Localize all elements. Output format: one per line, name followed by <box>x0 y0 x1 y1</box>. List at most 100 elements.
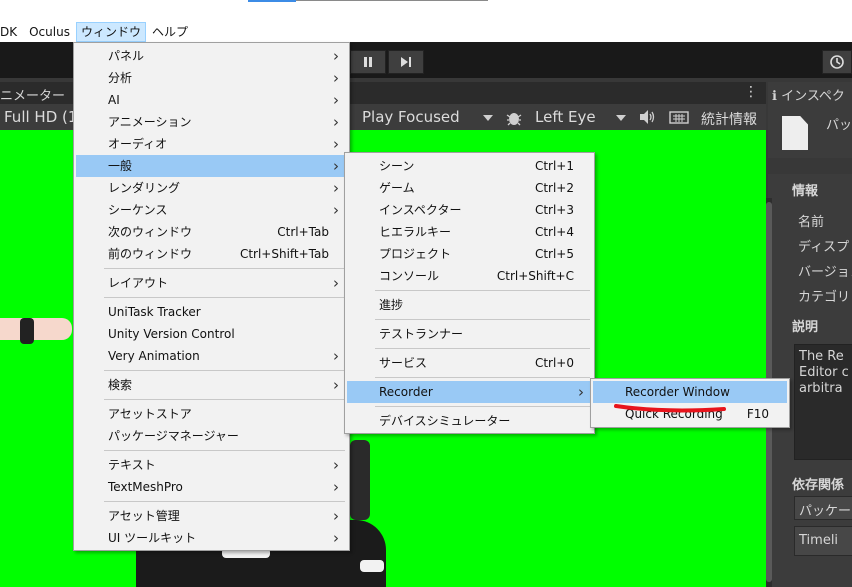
menu-item-menuGeneral-5[interactable]: コンソール Ctrl+Shift+C <box>347 265 592 287</box>
menu-separator <box>104 268 345 269</box>
pause-icon <box>364 57 372 67</box>
menu-item-recorder[interactable]: Recorder › <box>347 381 592 403</box>
menu-window[interactable]: ウィンドウ <box>75 22 146 42</box>
pause-button[interactable] <box>350 50 386 74</box>
menu-item-shortcut: Ctrl+3 <box>534 203 574 217</box>
chevron-right-icon: › <box>333 376 339 394</box>
menu-item-menuWindow-17[interactable]: テキスト › <box>76 454 347 476</box>
menu-item-menuWindow-14[interactable]: 検索 › <box>76 374 347 396</box>
history-icon <box>830 55 844 69</box>
resolution-dropdown[interactable]: Full HD (1 <box>4 108 77 126</box>
menu-item-menuWindow-7[interactable]: シーケンス › <box>76 199 347 221</box>
menu-item-menuWindow-5[interactable]: 一般 › <box>76 155 347 177</box>
menu-item-menuGeneral-8[interactable]: サービス Ctrl+0 <box>347 352 592 374</box>
menu-item-menuWindow-10[interactable]: レイアウト › <box>76 272 347 294</box>
menu-item-label: 進捗 <box>379 298 404 312</box>
menu-item-shortcut: Ctrl+1 <box>534 159 574 173</box>
menu-item-label: レンダリング <box>108 181 181 195</box>
menu-item-shortcut: Ctrl+0 <box>534 356 574 370</box>
menu-dk[interactable]: DK <box>0 22 23 42</box>
dependency-field[interactable]: Timeli <box>794 526 852 556</box>
panel-tab-title[interactable]: ニメーター <box>0 85 65 104</box>
step-button[interactable] <box>388 50 424 74</box>
menu-item-menuWindow-0[interactable]: パネル › <box>76 45 347 67</box>
menu-separator <box>375 406 590 407</box>
menu-separator <box>104 370 345 371</box>
menu-item-menuGeneral-3[interactable]: ヒエラルキー Ctrl+4 <box>347 221 592 243</box>
keyboard-icon[interactable] <box>669 109 689 129</box>
info-row: 名前 <box>798 215 825 230</box>
chevron-right-icon: › <box>333 201 339 219</box>
chevron-down-icon[interactable] <box>483 115 493 121</box>
menu-item-menuGeneral-1[interactable]: ゲーム Ctrl+2 <box>347 177 592 199</box>
menu-item-menuWindow-19[interactable]: アセット管理 › <box>76 505 347 527</box>
menu-item-label: レイアウト <box>108 276 169 290</box>
menu-item-recorder-window[interactable]: Recorder Window <box>593 381 787 403</box>
menu-item-menuWindow-1[interactable]: 分析 › <box>76 67 347 89</box>
history-button[interactable] <box>822 50 852 74</box>
document-icon <box>782 116 808 150</box>
menu-item-menuGeneral-4[interactable]: プロジェクト Ctrl+5 <box>347 243 592 265</box>
chevron-right-icon: › <box>333 529 339 547</box>
menu-item-label: コンソール <box>379 269 440 283</box>
menu-item-label: シーン <box>379 159 415 173</box>
menu-separator <box>104 501 345 502</box>
menu-item-menuWindow-6[interactable]: レンダリング › <box>76 177 347 199</box>
menu-item-unity-version-control[interactable]: Unity Version Control <box>76 323 347 345</box>
menu-item-label: テキスト <box>108 458 156 472</box>
chevron-right-icon: › <box>333 157 339 175</box>
menu-item-label: TextMeshPro <box>108 480 183 494</box>
menu-item-label: Recorder <box>379 385 433 399</box>
menu-item-very-animation[interactable]: Very Animation › <box>76 345 347 367</box>
menu-item-label: シーケンス <box>108 203 168 217</box>
chevron-right-icon: › <box>333 113 339 131</box>
menu-item-menuWindow-4[interactable]: オーディオ › <box>76 133 347 155</box>
menu-item-menuWindow-16[interactable]: パッケージマネージャー <box>76 425 347 447</box>
menu-item-menuWindow-3[interactable]: アニメーション › <box>76 111 347 133</box>
menu-item-menuWindow-8[interactable]: 次のウィンドウ Ctrl+Tab <box>76 221 347 243</box>
menu-item-label: パッケージマネージャー <box>108 429 239 443</box>
menu-item-label: ゲーム <box>379 181 415 195</box>
bug-icon[interactable] <box>505 109 523 131</box>
menu-bar: DK Oculus ウィンドウ ヘルプ <box>0 22 852 42</box>
speaker-icon[interactable] <box>638 109 656 129</box>
menu-item-menuWindow-15[interactable]: アセットストア <box>76 403 347 425</box>
inspector-tab[interactable]: ℹ インスペク <box>768 82 852 106</box>
menu-item-shortcut: F10 <box>746 407 769 421</box>
description-text: The Re Editor c arbitra <box>794 344 852 460</box>
menu-item-menuGeneral-10[interactable]: デバイスシミュレーター <box>347 410 592 432</box>
menu-item-label: アセットストア <box>108 407 192 421</box>
description-line: Editor c <box>799 365 849 380</box>
menu-item-menuGeneral-2[interactable]: インスペクター Ctrl+3 <box>347 199 592 221</box>
dependency-field[interactable]: パッケー <box>794 496 852 520</box>
menu-item-ai[interactable]: AI › <box>76 89 347 111</box>
menu-item-label: 分析 <box>108 71 133 85</box>
menu-item-menuWindow-9[interactable]: 前のウィンドウ Ctrl+Shift+Tab <box>76 243 347 265</box>
menu-oculus[interactable]: Oculus <box>23 22 76 42</box>
menu-item-label: 検索 <box>108 378 133 392</box>
eye-dropdown[interactable]: Left Eye <box>535 108 596 126</box>
menu-item-shortcut: Ctrl+Tab <box>277 225 329 239</box>
package-name: パッケ <box>826 118 852 133</box>
menu-item-label: ヒエラルキー <box>379 225 452 239</box>
top-strip <box>0 0 852 22</box>
menu-item-menuGeneral-0[interactable]: シーン Ctrl+1 <box>347 155 592 177</box>
play-mode-dropdown[interactable]: Play Focused <box>362 108 460 126</box>
info-row: カテゴリ <box>798 290 851 305</box>
menu-separator <box>104 399 345 400</box>
chevron-right-icon: › <box>578 383 584 401</box>
menu-item-label: インスペクター <box>379 203 462 217</box>
menu-item-shortcut: Ctrl+Shift+Tab <box>239 247 329 261</box>
menu-item-textmeshpro[interactable]: TextMeshPro › <box>76 476 347 498</box>
kebab-menu-icon[interactable]: ⋮ <box>744 84 758 100</box>
menu-item-shortcut: Ctrl+2 <box>534 181 574 195</box>
chevron-down-icon[interactable] <box>616 115 626 121</box>
menu-item-menuGeneral-7[interactable]: テストランナー <box>347 323 592 345</box>
menu-item-unitask-tracker[interactable]: UniTask Tracker <box>76 301 347 323</box>
menu-item-ui[interactable]: UI ツールキット › <box>76 527 347 549</box>
description-line: arbitra <box>799 381 843 396</box>
menu-separator <box>375 319 590 320</box>
menu-item-menuGeneral-6[interactable]: 進捗 <box>347 294 592 316</box>
stats-button[interactable]: 統計情報 <box>701 109 757 129</box>
menu-help[interactable]: ヘルプ <box>146 22 194 42</box>
